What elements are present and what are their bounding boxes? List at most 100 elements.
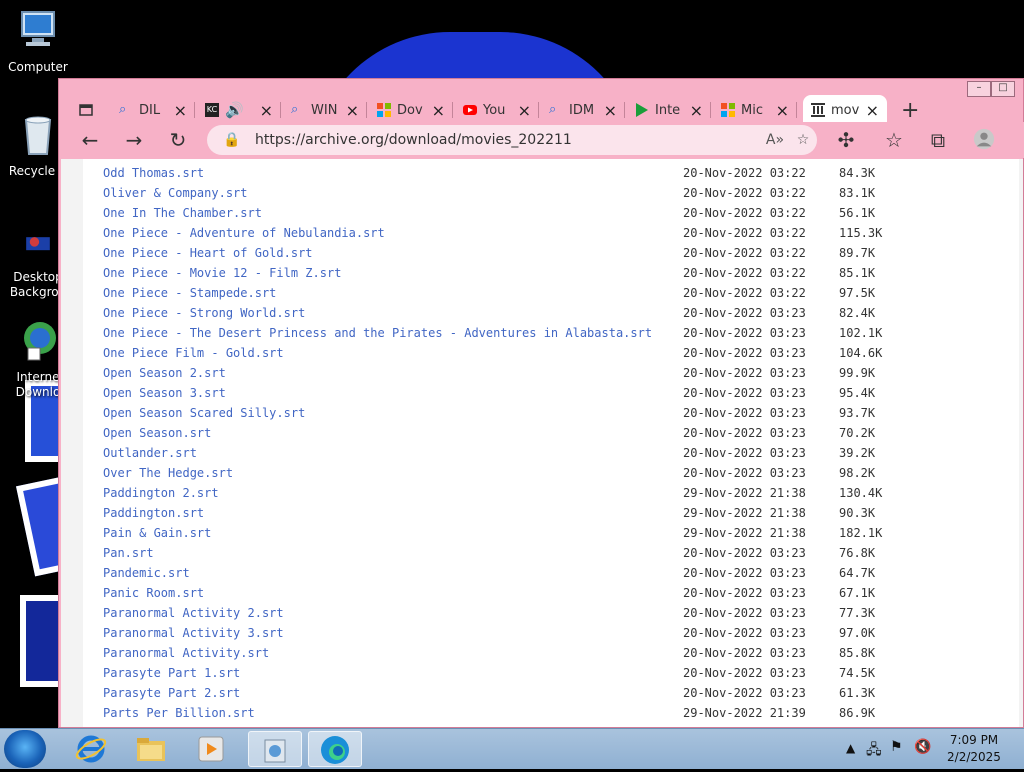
table-row: Oliver & Company.srt 20-Nov-2022 03:22 83.… bbox=[83, 183, 1019, 203]
file-size: 89.7K bbox=[839, 246, 876, 260]
file-link[interactable]: Open Season 3.srt bbox=[103, 383, 226, 403]
file-date: 20-Nov-2022 03:23 bbox=[683, 666, 806, 680]
network-icon[interactable]: 🖧 bbox=[866, 739, 882, 763]
refresh-button[interactable]: ↻ bbox=[165, 128, 191, 152]
tab-movies-active[interactable]: mov × bbox=[803, 95, 887, 125]
tools-app-icon bbox=[264, 739, 286, 763]
file-link[interactable]: One Piece - Movie 12 - Film Z.srt bbox=[103, 263, 341, 283]
favorites-button[interactable]: ☆ bbox=[881, 128, 907, 152]
tab-dov[interactable]: Dov × bbox=[369, 95, 453, 125]
taskbar-app-active[interactable] bbox=[248, 731, 302, 767]
table-row: Open Season 3.srt 20-Nov-2022 03:23 95.4K bbox=[83, 383, 1019, 403]
address-bar[interactable]: 🔒 https://archive.org/download/movies_20… bbox=[207, 125, 817, 155]
table-row: One Piece - Adventure of Nebulandia.srt 2… bbox=[83, 223, 1019, 243]
taskbar-file-explorer[interactable] bbox=[124, 731, 178, 767]
file-link[interactable]: Parasyte Part 1.srt bbox=[103, 663, 240, 683]
forward-button[interactable]: → bbox=[121, 128, 147, 152]
collections-button[interactable]: ⧉ bbox=[925, 128, 951, 152]
table-row: Over The Hedge.srt 20-Nov-2022 03:23 98.2K bbox=[83, 463, 1019, 483]
taskbar-media-player[interactable] bbox=[184, 731, 238, 767]
file-link[interactable]: Open Season.srt bbox=[103, 423, 211, 443]
close-icon[interactable]: × bbox=[432, 101, 445, 120]
file-link[interactable]: Paranormal Activity.srt bbox=[103, 643, 269, 663]
tab-win[interactable]: ⌕ WIN × bbox=[283, 95, 367, 125]
file-link[interactable]: Panic Room.srt bbox=[103, 583, 204, 603]
file-link[interactable]: One In The Chamber.srt bbox=[103, 203, 262, 223]
file-link[interactable]: Paranormal Activity 3.srt bbox=[103, 623, 284, 643]
file-link[interactable]: One Piece - The Desert Princess and the … bbox=[103, 323, 652, 343]
file-link[interactable]: Pain & Gain.srt bbox=[103, 523, 211, 543]
url-text[interactable]: https://archive.org/download/movies_2022… bbox=[255, 132, 761, 148]
file-link[interactable]: Outlander.srt bbox=[103, 443, 197, 463]
file-size: 56.1K bbox=[839, 206, 876, 220]
tab-audio[interactable]: KC 🔊 × bbox=[197, 95, 281, 125]
close-icon[interactable]: × bbox=[690, 101, 703, 120]
close-icon[interactable]: × bbox=[174, 101, 187, 120]
tab-mic[interactable]: Mic × bbox=[713, 95, 797, 125]
read-aloud-icon[interactable]: A» bbox=[761, 132, 789, 148]
search-icon: ⌕ bbox=[119, 102, 127, 117]
file-link[interactable]: One Piece - Heart of Gold.srt bbox=[103, 243, 313, 263]
taskbar-internet-explorer[interactable] bbox=[64, 731, 118, 767]
extensions-button[interactable]: ✣ bbox=[833, 128, 859, 152]
file-link[interactable]: Odd Thomas.srt bbox=[103, 163, 204, 183]
computer-icon bbox=[21, 11, 55, 46]
close-icon[interactable]: × bbox=[518, 101, 531, 120]
file-link[interactable]: Over The Hedge.srt bbox=[103, 463, 233, 483]
plus-icon: + bbox=[901, 97, 920, 123]
show-hidden-icons-button[interactable]: ▲ bbox=[846, 741, 855, 755]
tab-inte[interactable]: Inte × bbox=[627, 95, 711, 125]
file-date: 20-Nov-2022 03:22 bbox=[683, 166, 806, 180]
file-link[interactable]: Paddington 2.srt bbox=[103, 483, 219, 503]
tab-actions-button[interactable] bbox=[71, 95, 107, 125]
close-icon[interactable]: × bbox=[604, 101, 617, 120]
file-link[interactable]: One Piece Film - Gold.srt bbox=[103, 343, 284, 363]
file-link[interactable]: One Piece - Adventure of Nebulandia.srt bbox=[103, 223, 385, 243]
profile-button[interactable] bbox=[971, 128, 997, 152]
new-tab-button[interactable]: + bbox=[893, 95, 925, 125]
file-date: 20-Nov-2022 03:22 bbox=[683, 186, 806, 200]
file-link[interactable]: Oliver & Company.srt bbox=[103, 183, 248, 203]
avatar-icon bbox=[973, 128, 995, 150]
volume-muted-icon[interactable]: 🔇 bbox=[914, 739, 931, 755]
file-link[interactable]: Pan.srt bbox=[103, 543, 154, 563]
tab-dil[interactable]: ⌕ DIL × bbox=[111, 95, 195, 125]
tab-youtube[interactable]: You × bbox=[455, 95, 539, 125]
speaker-icon[interactable]: 🔊 bbox=[225, 101, 254, 119]
add-favorite-icon[interactable]: ☆ bbox=[789, 132, 817, 148]
file-link[interactable]: Open Season Scared Silly.srt bbox=[103, 403, 305, 423]
close-icon[interactable]: × bbox=[260, 101, 273, 120]
file-link[interactable]: Paddington.srt bbox=[103, 503, 204, 523]
file-size: 76.8K bbox=[839, 546, 876, 560]
file-link[interactable]: One Piece - Strong World.srt bbox=[103, 303, 305, 323]
file-link[interactable]: One Piece - Stampede.srt bbox=[103, 283, 276, 303]
clock[interactable]: 7:09 PM 2/2/2025 bbox=[944, 732, 1004, 766]
file-size: 97.0K bbox=[839, 626, 876, 640]
file-link[interactable]: Pandemic.srt bbox=[103, 563, 190, 583]
start-button[interactable] bbox=[4, 730, 46, 768]
close-icon[interactable]: × bbox=[346, 101, 359, 120]
play-icon bbox=[636, 103, 648, 117]
tab-idm[interactable]: ⌕ IDM × bbox=[541, 95, 625, 125]
file-link[interactable]: Paranormal Activity 2.srt bbox=[103, 603, 284, 623]
table-row: Parasyte Part 2.srt 20-Nov-2022 03:23 61.3… bbox=[83, 683, 1019, 703]
file-link[interactable]: Parasyte Part 2.srt bbox=[103, 683, 240, 703]
table-row: Pain & Gain.srt 29-Nov-2022 21:38 182.1K bbox=[83, 523, 1019, 543]
file-size: 83.1K bbox=[839, 186, 876, 200]
page-content: Odd Thomas.srt 20-Nov-2022 03:22 84.3K Oliv… bbox=[61, 159, 1023, 727]
file-link[interactable]: Parts Per Billion.srt bbox=[103, 703, 255, 723]
favorites-icon: ☆ bbox=[885, 128, 903, 152]
file-size: 102.1K bbox=[839, 326, 883, 340]
back-button[interactable]: ← bbox=[77, 128, 103, 152]
file-link[interactable]: Open Season 2.srt bbox=[103, 363, 226, 383]
close-icon[interactable]: × bbox=[866, 101, 879, 120]
tab-title: mov bbox=[831, 102, 860, 118]
search-icon: ⌕ bbox=[549, 102, 557, 117]
taskbar-edge[interactable] bbox=[308, 731, 362, 767]
file-date: 20-Nov-2022 03:23 bbox=[683, 406, 806, 420]
close-icon[interactable]: × bbox=[776, 101, 789, 120]
action-center-flag-icon[interactable]: ⚑ bbox=[890, 739, 903, 755]
file-date: 29-Nov-2022 21:38 bbox=[683, 526, 806, 540]
table-row: Paddington 2.srt 29-Nov-2022 21:38 130.4K bbox=[83, 483, 1019, 503]
desktop-icon-computer[interactable]: Computer bbox=[0, 8, 76, 75]
